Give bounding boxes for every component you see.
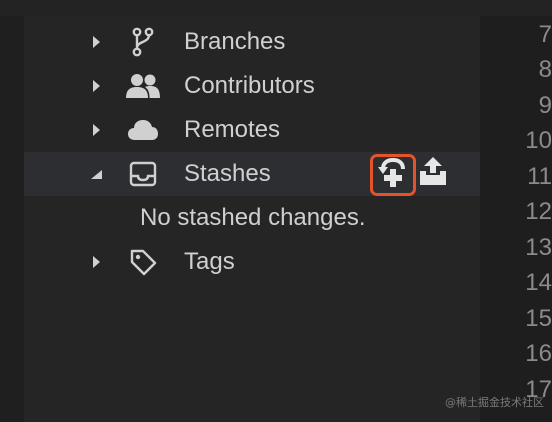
- line-number: 15: [525, 305, 552, 332]
- sidebar-item-branches[interactable]: Branches: [24, 20, 480, 64]
- line-number: 14: [525, 269, 552, 296]
- sidebar-item-tags[interactable]: Tags: [24, 240, 480, 284]
- stash-save-button[interactable]: [370, 154, 416, 196]
- line-number: 7: [538, 21, 552, 48]
- branch-icon: [116, 20, 170, 64]
- people-icon: [116, 64, 170, 108]
- stash-apply-button[interactable]: [416, 154, 450, 192]
- top-bar: [0, 0, 552, 16]
- line-number: 13: [525, 234, 552, 261]
- line-number: 11: [527, 163, 552, 190]
- editor-gutter: 7 8 9 10 11 12 13 14 15 16 17: [480, 16, 552, 422]
- sidebar-item-label: Branches: [184, 28, 286, 55]
- line-number: 10: [525, 127, 552, 154]
- sidebar-item-label: Remotes: [184, 116, 281, 143]
- sidebar-item-label: Contributors: [184, 72, 315, 99]
- watermark: @稀土掘金技术社区: [445, 396, 544, 409]
- sidebar-item-contributors[interactable]: Contributors: [24, 64, 480, 108]
- chevron-down-icon[interactable]: [88, 152, 104, 196]
- tag-icon: [116, 240, 170, 284]
- line-number: 16: [525, 340, 552, 367]
- chevron-right-icon[interactable]: [88, 20, 104, 64]
- chevron-right-icon[interactable]: [88, 240, 104, 284]
- stash-save-icon: [377, 157, 409, 194]
- chevron-right-icon[interactable]: [88, 108, 104, 152]
- sidebar-item-remotes[interactable]: Remotes: [24, 108, 480, 152]
- stashes-empty-message: No stashed changes.: [140, 204, 366, 231]
- chevron-right-icon[interactable]: [88, 64, 104, 108]
- line-number: 9: [538, 92, 552, 119]
- sidebar-item-label: Tags: [184, 248, 235, 275]
- inbox-icon: [116, 152, 170, 196]
- line-number: 12: [525, 198, 552, 225]
- sidebar-item-label: Stashes: [184, 160, 271, 187]
- activity-bar: [0, 16, 24, 422]
- line-number: 8: [538, 56, 552, 83]
- cloud-icon: [116, 108, 170, 152]
- stash-apply-icon: [418, 155, 448, 192]
